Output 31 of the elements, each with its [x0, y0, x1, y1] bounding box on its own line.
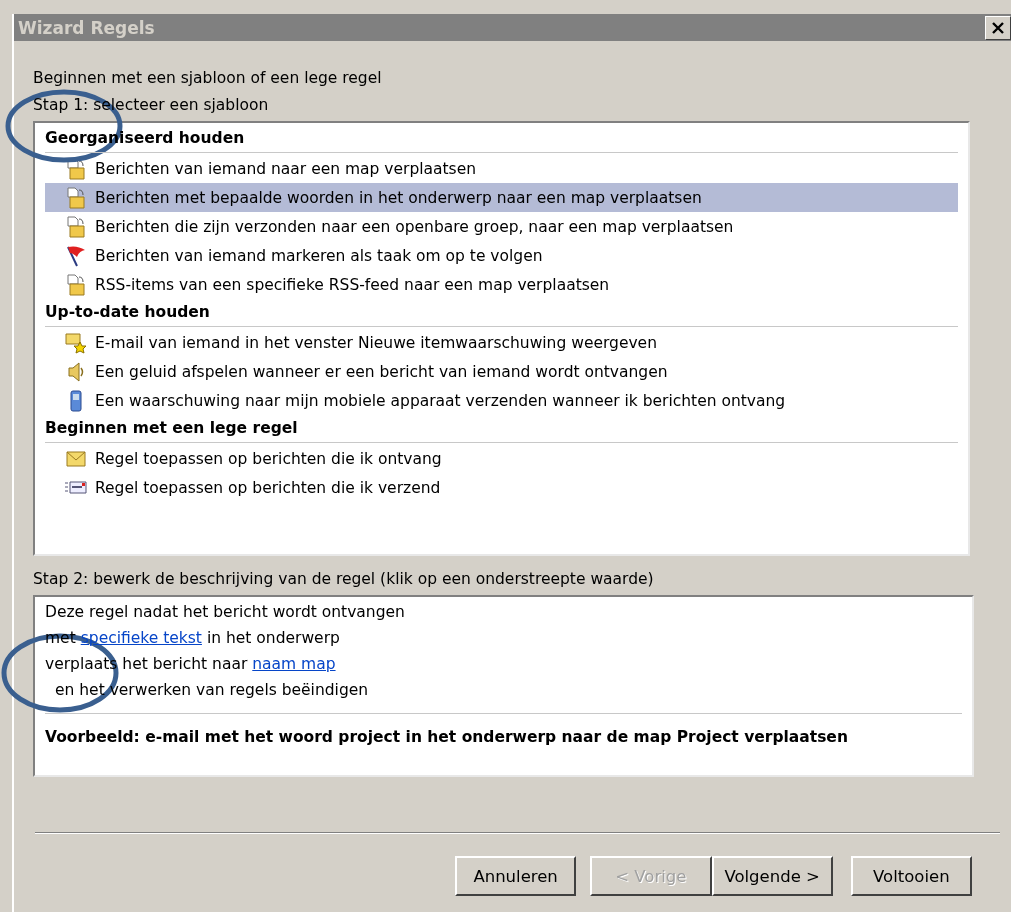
template-item[interactable]: Berichten met bepaalde woorden in het onderwerp naar een map verplaatsen — [45, 183, 958, 212]
group-heading: Beginnen met een lege regel — [45, 415, 958, 443]
template-item[interactable]: Berichten van iemand markeren als taak om op te volgen — [45, 241, 958, 270]
wizard-button[interactable]: Annuleren — [455, 856, 577, 896]
folder-icon — [65, 273, 87, 296]
link[interactable]: specifieke tekst — [80, 625, 202, 651]
close-button[interactable] — [985, 15, 1011, 40]
template-item[interactable]: E-mail van iemand in het venster Nieuwe itemwaarschuwing weergeven — [45, 328, 958, 357]
template-item[interactable]: Berichten van iemand naar een map verplaatsen — [45, 154, 958, 183]
template-item[interactable]: Regel toepassen op berichten die ik ontvang — [45, 444, 958, 473]
example-text: Voorbeeld: e-mail met het woord project in het onderwerp naar de map Project verplaatsen — [45, 728, 849, 746]
rule-text: in het onderwerp — [206, 628, 340, 649]
template-item[interactable]: Berichten die zijn verzonden naar een openbare groep, naar een map verplaatsen — [45, 212, 958, 241]
flag-icon — [65, 244, 87, 267]
template-item[interactable]: Regel toepassen op berichten die ik verzend — [45, 473, 958, 502]
template-item[interactable]: Een waarschuwing naar mijn mobiele apparaat verzenden wanneer ik berichten ontvang — [45, 386, 958, 415]
folder-icon — [65, 215, 87, 238]
rule-text: Deze regel nadat het bericht wordt ontvangen — [45, 602, 405, 623]
intro-text: Beginnen met een sjabloon of een lege regel — [33, 68, 383, 89]
window-title: Wizard Regels — [18, 17, 155, 38]
envelope-star-icon — [65, 331, 87, 354]
rule-text: en het verwerken van regels beëindigen — [55, 680, 369, 701]
template-item[interactable]: RSS-items van een specifieke RSS-feed naar een map verplaatsen — [45, 270, 958, 299]
close-icon — [991, 20, 1005, 35]
group-heading: Up-to-date houden — [45, 299, 958, 327]
step-label: Stap 2: bewerk de beschrijving van de regel (klik op een onderstreepte waarde) — [33, 569, 655, 590]
link[interactable]: naam map — [252, 651, 336, 677]
template-item[interactable]: Een geluid afspelen wanneer er een bericht van iemand wordt ontvangen — [45, 357, 958, 386]
folder-icon — [65, 186, 87, 209]
wizard-button[interactable]: Voltooien — [850, 856, 972, 896]
wizard-button[interactable]: Volgende > — [711, 856, 833, 896]
